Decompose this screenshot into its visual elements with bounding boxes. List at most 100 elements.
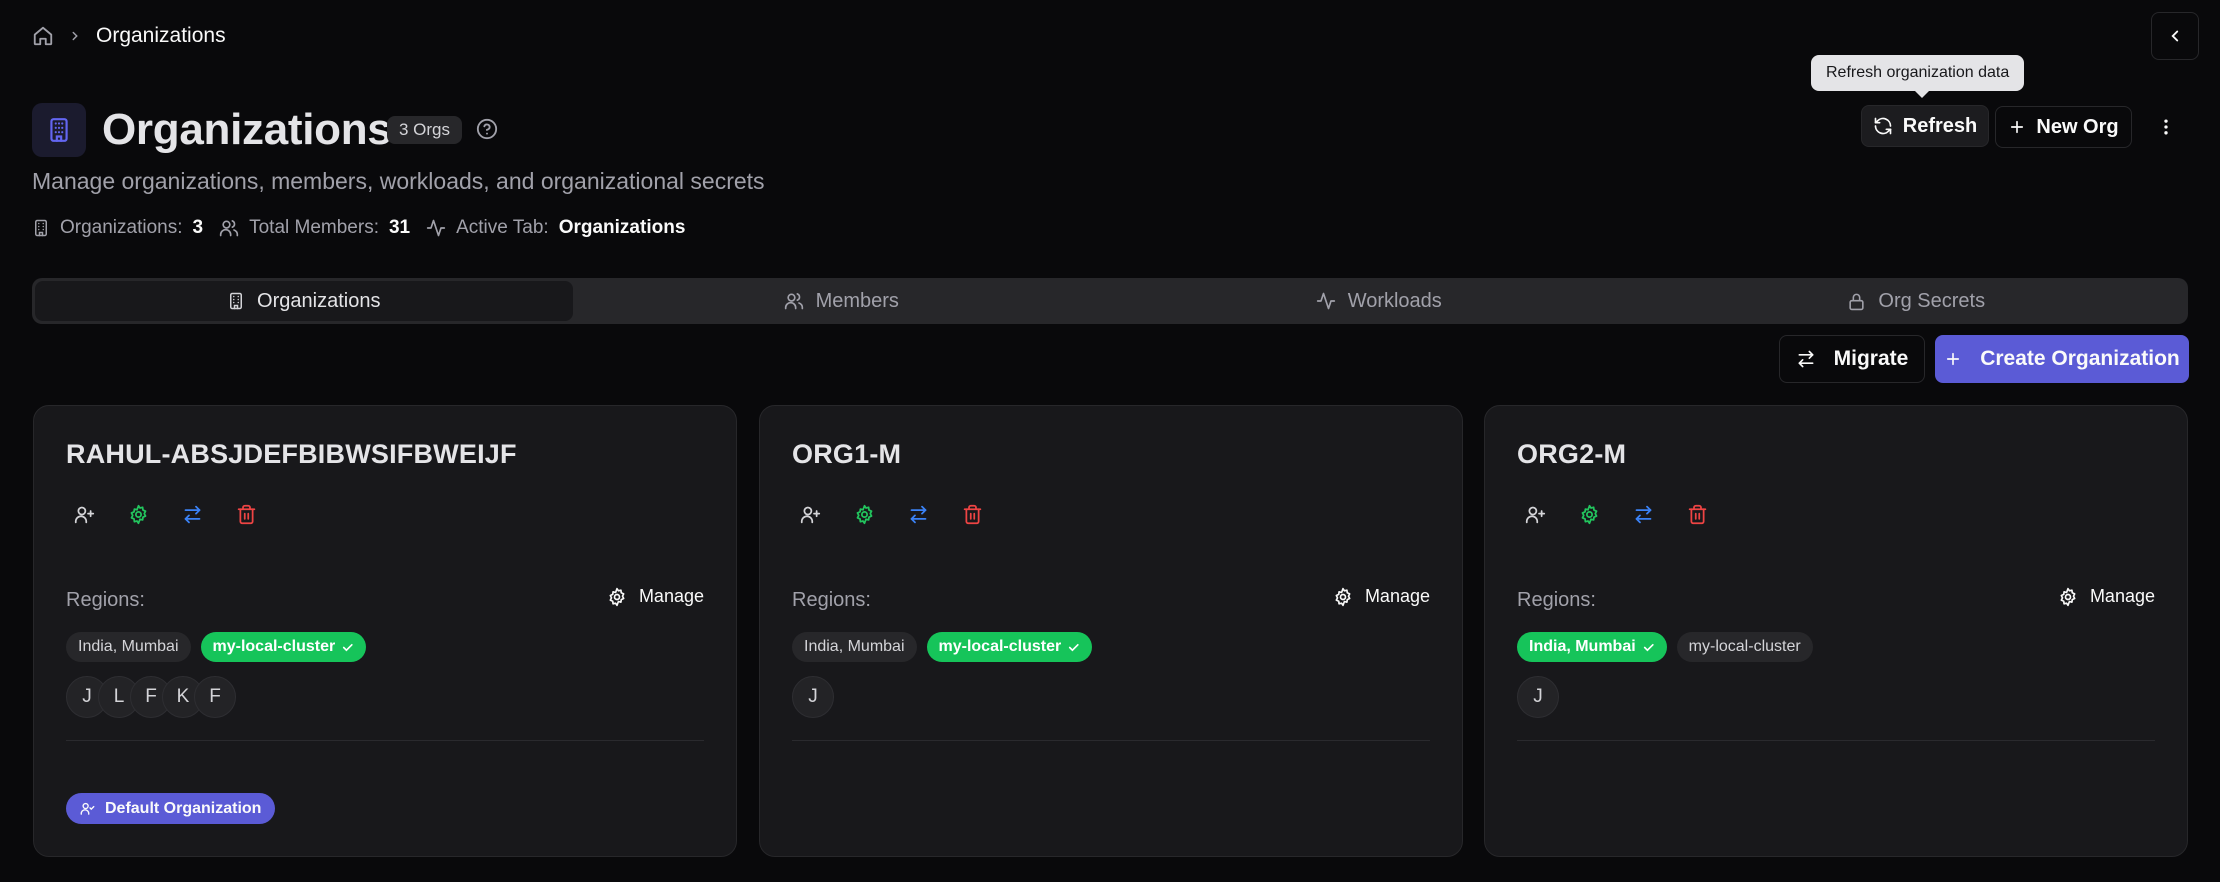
manage-label: Manage (2089, 586, 2155, 606)
new-org-button[interactable]: New Org (1995, 106, 2132, 148)
plus-icon (1944, 350, 1962, 368)
migrate-label: Migrate (1833, 347, 1909, 370)
arrows-swap-icon (1796, 349, 1816, 369)
tab-org-secrets-label: Org Secrets (1878, 289, 1986, 312)
regions-label: Regions: (1517, 589, 1596, 611)
more-vertical-icon[interactable] (2148, 108, 2184, 146)
tab-org-secrets[interactable]: Org Secrets (1648, 281, 2186, 321)
trash-icon[interactable] (1679, 496, 1716, 533)
member-avatars: J L F K F (66, 676, 236, 718)
gear-icon (1333, 587, 1353, 607)
manage-label: Manage (638, 586, 704, 606)
check-icon (1067, 641, 1080, 654)
org-count-badge: 3 Orgs (387, 116, 463, 144)
breadcrumb-current: Organizations (96, 24, 226, 47)
refresh-button[interactable]: Refresh (1861, 105, 1989, 147)
check-icon (1642, 641, 1655, 654)
stat-organizations-label: Organizations: (60, 217, 183, 238)
gear-icon (607, 587, 627, 607)
organization-name: ORG2-M (1517, 439, 1627, 469)
refresh-label: Refresh (1902, 114, 1978, 137)
region-chip[interactable]: India, Mumbai (66, 632, 191, 662)
stat-members-value: 31 (388, 217, 411, 238)
default-organization-badge: Default Organization (66, 793, 276, 824)
region-chips: India, Mumbai my-local-cluster (1517, 632, 1813, 662)
users-icon (784, 291, 804, 311)
organization-card[interactable]: RAHUL-ABSJDEFBIBWSIFBWEIJF Regions: Mana… (33, 405, 737, 857)
region-chip-label: India, Mumbai (78, 638, 179, 655)
tab-organizations-label: Organizations (257, 289, 381, 312)
card-actions (1517, 496, 1716, 533)
regions-label: Regions: (66, 589, 145, 611)
region-chip-label: my-local-cluster (938, 638, 1062, 655)
plus-icon (2008, 118, 2026, 136)
organization-name: ORG1-M (792, 439, 902, 469)
tab-bar: Organizations Members Workloads Org Secr… (32, 278, 2188, 324)
check-icon (341, 641, 354, 654)
building-icon (227, 292, 245, 310)
migrate-button[interactable]: Migrate (1779, 335, 1925, 383)
add-member-icon[interactable] (66, 496, 103, 533)
stat-members-label: Total Members: (249, 217, 379, 238)
tab-organizations[interactable]: Organizations (35, 281, 573, 321)
add-member-icon[interactable] (792, 496, 829, 533)
migrate-icon[interactable] (900, 496, 937, 533)
settings-icon[interactable] (120, 496, 157, 533)
region-chip[interactable]: India, Mumbai (792, 632, 917, 662)
add-member-icon[interactable] (1517, 496, 1554, 533)
region-chip-label: India, Mumbai (804, 638, 905, 655)
migrate-icon[interactable] (174, 496, 211, 533)
region-chip-active[interactable]: my-local-cluster (200, 632, 367, 662)
chevron-left-icon (2166, 27, 2184, 45)
tab-members-label: Members (815, 289, 899, 312)
region-chip-active[interactable]: India, Mumbai (1517, 632, 1667, 662)
lock-icon (1847, 292, 1866, 311)
trash-icon[interactable] (228, 496, 265, 533)
activity-icon (1316, 291, 1336, 311)
collapse-panel-button[interactable] (2151, 12, 2199, 60)
manage-regions-button[interactable]: Manage (2058, 586, 2155, 607)
avatar[interactable]: F (194, 676, 236, 718)
new-org-label: New Org (2036, 115, 2119, 138)
manage-regions-button[interactable]: Manage (1333, 586, 1430, 607)
manage-label: Manage (1364, 586, 1430, 606)
tab-members[interactable]: Members (573, 281, 1111, 321)
member-avatars: J (1517, 676, 1559, 718)
settings-icon[interactable] (846, 496, 883, 533)
gear-icon (2058, 587, 2078, 607)
region-chips: India, Mumbai my-local-cluster (66, 632, 367, 662)
breadcrumb: Organizations (32, 22, 226, 50)
region-chip-active[interactable]: my-local-cluster (926, 632, 1093, 662)
organization-card[interactable]: ORG2-M Regions: Manage India, Mumbai my-… (1484, 405, 2188, 857)
create-organization-button[interactable]: Create Organization (1935, 335, 2189, 383)
tab-workloads-label: Workloads (1347, 289, 1442, 312)
refresh-tooltip: Refresh organization data (1811, 55, 2025, 98)
migrate-icon[interactable] (1625, 496, 1662, 533)
avatar[interactable]: J (792, 676, 834, 718)
tab-workloads[interactable]: Workloads (1110, 281, 1648, 321)
page-subtitle: Manage organizations, members, workloads… (32, 168, 765, 194)
user-check-icon (80, 801, 95, 816)
divider (66, 740, 704, 741)
building-icon (32, 103, 86, 157)
divider (1517, 740, 2155, 741)
default-organization-label: Default Organization (105, 799, 262, 817)
regions-label: Regions: (792, 589, 871, 611)
divider (792, 740, 1430, 741)
organization-name: RAHUL-ABSJDEFBIBWSIFBWEIJF (66, 439, 517, 469)
home-icon[interactable] (32, 25, 54, 47)
create-organization-label: Create Organization (1980, 347, 2180, 370)
organization-card[interactable]: ORG1-M Regions: Manage India, Mumbai my-… (759, 405, 1463, 857)
card-actions (66, 496, 265, 533)
trash-icon[interactable] (954, 496, 991, 533)
avatar[interactable]: J (1517, 676, 1559, 718)
region-chip-label: my-local-cluster (212, 638, 336, 655)
activity-icon (426, 218, 446, 238)
settings-icon[interactable] (1571, 496, 1608, 533)
building-icon (32, 219, 50, 237)
help-circle-icon[interactable] (476, 118, 498, 140)
region-chip[interactable]: my-local-cluster (1676, 632, 1813, 662)
stat-organizations-value: 3 (192, 217, 204, 238)
manage-regions-button[interactable]: Manage (607, 586, 704, 607)
users-icon (219, 218, 239, 238)
